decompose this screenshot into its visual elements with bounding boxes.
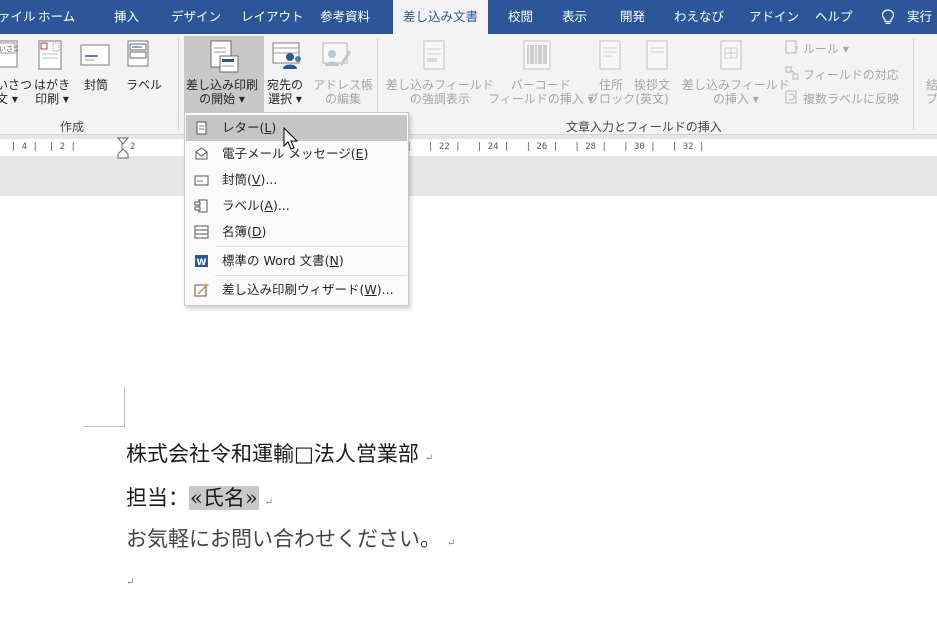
contact-label-text: 担当： <box>126 486 189 510</box>
highlight-merge-fields-button[interactable]: 差し込みフィールド の強調表示 <box>386 78 494 106</box>
tab-review[interactable]: 校閲 <box>508 0 533 34</box>
envelope-icon <box>194 175 209 186</box>
group-separator <box>178 38 179 130</box>
tab-file[interactable]: ァイル <box>0 0 36 34</box>
lightbulb-icon[interactable] <box>881 9 895 25</box>
document-line-4[interactable]: ↵ <box>126 566 134 590</box>
document-page[interactable] <box>0 196 937 621</box>
ribbon-tab-bar: ァイル ホーム 挿入 デザイン レイアウト 参考資料 差し込み文書 校閲 表示 … <box>0 0 937 34</box>
merge-field-name[interactable]: «氏名» <box>189 486 259 510</box>
envelope-icon <box>80 44 110 66</box>
rules-icon: ? <box>785 40 798 54</box>
paragraph-mark: ↵ <box>126 577 135 588</box>
address-block-icon <box>599 40 621 70</box>
svg-text:?: ? <box>794 45 798 54</box>
tab-view[interactable]: 表示 <box>562 0 587 34</box>
postcard-icon <box>38 40 62 70</box>
match-fields-icon <box>785 66 799 80</box>
tab-insert[interactable]: 挿入 <box>114 0 139 34</box>
rules-button[interactable]: ルール ▾ <box>803 40 849 57</box>
email-message-icon <box>195 147 208 160</box>
paragraph-mark: ↵ <box>447 538 456 549</box>
start-mail-merge-icon <box>210 40 239 73</box>
tell-me-search[interactable]: 実行 <box>907 0 932 34</box>
greeting-button[interactable]: いさつ 文 ▾ <box>0 78 32 106</box>
tab-home[interactable]: ホーム <box>38 0 75 34</box>
page-margin-corner-mark <box>84 386 125 427</box>
menu-separator <box>215 275 407 276</box>
ribbon-mailings: あいさつ いさつ 文 ▾ はがき 印刷 ▾ 封筒 ラベル 作成 <box>0 34 937 135</box>
tab-add-ins[interactable]: アドイン <box>749 0 799 34</box>
edit-recipient-list-button[interactable]: アドレス帳 の編集 <box>313 78 373 106</box>
mail-merge-wizard-icon <box>194 283 209 297</box>
tab-help[interactable]: ヘルプ <box>815 0 853 34</box>
group-separator <box>913 38 914 130</box>
menu-item-envelopes[interactable]: 封筒(V)... <box>186 167 407 193</box>
labels-icon <box>194 199 208 213</box>
tab-waenavi[interactable]: わえなび <box>674 0 724 34</box>
menu-item-directory[interactable]: 名簿(D) <box>186 219 407 245</box>
document-line-3[interactable]: お気軽にお問い合わせください。 ↵ <box>126 523 455 553</box>
svg-text:あいさつ: あいさつ <box>0 45 18 53</box>
greeting-line-button[interactable]: 挨拶文 (英文) <box>634 78 670 106</box>
directory-icon <box>194 225 209 239</box>
tab-references[interactable]: 参考資料 <box>320 0 370 34</box>
update-labels-icon <box>785 90 797 104</box>
document-line-1[interactable]: 株式会社令和運輸□法人営業部 ↵ <box>126 438 433 468</box>
paragraph-mark: ↵ <box>264 497 274 508</box>
envelope-button[interactable]: 封筒 <box>84 78 108 92</box>
update-labels-button[interactable]: 複数ラベルに反映 <box>803 90 899 107</box>
barcode-icon <box>523 40 551 70</box>
letter-icon <box>196 121 207 135</box>
insert-barcode-field-button[interactable]: バーコード フィールドの挿入 ▾ <box>488 78 594 106</box>
preview-results-button[interactable]: 結 プレ <box>926 78 937 106</box>
greeting-card-icon: あいさつ <box>0 40 18 68</box>
menu-item-mail-merge-wizard[interactable]: 差し込み印刷ウィザード(W)... <box>186 277 407 303</box>
group-label-write-insert-fields: 文章入力とフィールドの挿入 <box>566 120 722 134</box>
labels-button[interactable]: ラベル <box>126 78 162 92</box>
tab-layout[interactable]: レイアウト <box>241 0 304 34</box>
paragraph-mark: ↵ <box>424 453 434 464</box>
document-line-2[interactable]: 担当：«氏名» ↵ <box>126 482 273 512</box>
tab-developer[interactable]: 開発 <box>620 0 645 34</box>
highlight-merge-fields-icon <box>423 40 445 70</box>
menu-item-labels[interactable]: ラベル(A)... <box>186 193 407 219</box>
tab-mailings[interactable]: 差し込み文書 <box>393 0 489 34</box>
select-recipients-icon <box>272 42 301 69</box>
greeting-line-icon <box>646 40 668 70</box>
match-fields-button[interactable]: フィールドの対応 <box>803 66 899 83</box>
edit-recipient-list-icon <box>322 42 351 66</box>
inquiry-text: お気軽にお問い合わせください。 <box>126 527 441 551</box>
indent-marker-icon[interactable] <box>117 137 129 159</box>
company-department-text: 株式会社令和運輸□法人営業部 <box>126 442 419 466</box>
group-label-create: 作成 <box>60 120 85 134</box>
tab-design[interactable]: デザイン <box>171 0 221 34</box>
address-block-button[interactable]: 住所 ブロック <box>587 78 635 106</box>
word-document-icon: W <box>195 255 208 268</box>
labels-icon <box>127 40 149 67</box>
insert-merge-field-icon <box>720 40 742 70</box>
menu-separator <box>215 246 407 247</box>
start-mail-merge-button[interactable]: 差し込み印刷 の開始 ▾ <box>186 78 258 106</box>
svg-text:W: W <box>197 258 207 268</box>
mouse-pointer-icon <box>283 127 299 150</box>
menu-item-normal-word-document[interactable]: W 標準の Word 文書(N) <box>186 248 407 274</box>
ruler-bar: | 4 | | 2 | | 2 12 | | 14 | | 16 | | 18 … <box>0 135 937 159</box>
postcard-print-button[interactable]: はがき 印刷 ▾ <box>34 78 70 106</box>
insert-merge-field-button[interactable]: 差し込みフィールド の挿入 ▾ <box>682 78 790 106</box>
select-recipients-button[interactable]: 宛先の 選択 ▾ <box>267 78 303 106</box>
horizontal-ruler[interactable]: | 4 | | 2 | | 2 12 | | 14 | | 16 | | 18 … <box>0 139 937 156</box>
